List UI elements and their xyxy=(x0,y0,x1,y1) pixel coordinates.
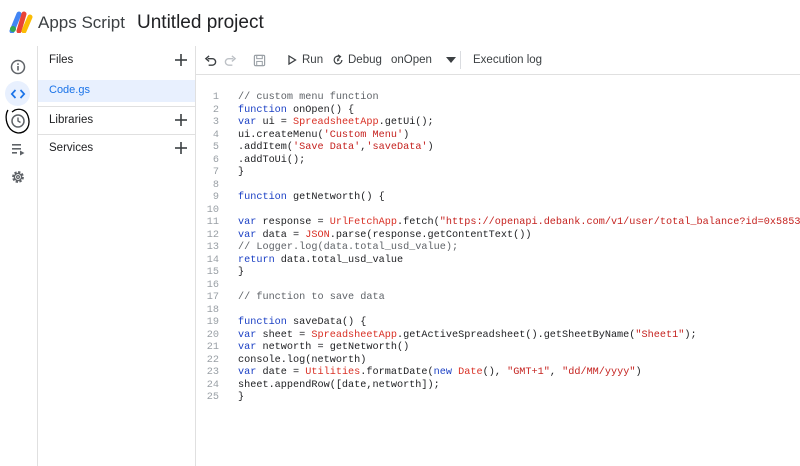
execution-log-label: Execution log xyxy=(473,54,543,66)
gear-icon xyxy=(11,170,24,183)
editor-toolbar: Run Debug onOpen Execution log xyxy=(196,46,800,75)
function-select[interactable]: onOpen xyxy=(391,46,456,74)
code-line: 11 var response = UrlFetchApp.fetch("http… xyxy=(206,217,800,228)
code-line: 1// custom menu function xyxy=(212,92,379,103)
overview-button[interactable] xyxy=(5,54,30,79)
alarm-clock-icon xyxy=(5,108,30,134)
project-title[interactable]: Untitled project xyxy=(137,12,264,34)
code-line: 6 .addToUi(); xyxy=(212,154,306,166)
services-header[interactable]: Services xyxy=(38,134,195,162)
app-name: Apps Script xyxy=(38,13,125,32)
code-line: 13// Logger.log(data.total_usd_value); xyxy=(206,242,459,253)
left-nav-rail xyxy=(0,46,38,466)
undo-button[interactable] xyxy=(204,46,217,74)
file-item-code-gs[interactable]: Code.gs xyxy=(38,80,195,102)
code-line: 25} xyxy=(206,392,245,403)
code-line: 22 console.log(networth) xyxy=(206,354,367,366)
code-line: 2 function onOpen() { xyxy=(212,104,355,116)
code-editor[interactable]: 1// custom menu function 2 function onOpe… xyxy=(196,75,800,466)
code-line: 14 return data.total_usd_value xyxy=(206,254,404,266)
add-library-icon[interactable] xyxy=(174,113,188,127)
chevron-down-icon xyxy=(445,57,456,63)
files-header: Files xyxy=(38,46,195,74)
toolbar-divider xyxy=(460,51,461,69)
debug-label: Debug xyxy=(348,54,382,66)
file-name: Code.gs xyxy=(49,84,90,96)
debug-button[interactable]: Debug xyxy=(332,46,382,74)
code-line: 19 function saveData() { xyxy=(206,317,367,328)
code-line: 7} xyxy=(212,167,245,178)
top-bar: Apps Script Untitled project xyxy=(0,0,800,46)
libraries-label: Libraries xyxy=(49,114,94,126)
settings-button[interactable] xyxy=(5,164,30,189)
save-button[interactable] xyxy=(253,46,266,74)
code-line: 21 var networth = getNetworth() xyxy=(206,342,410,353)
code-line: 16 xyxy=(206,279,219,291)
redo-icon xyxy=(224,54,237,66)
execution-log-button[interactable]: Execution log xyxy=(473,46,542,74)
list-play-icon xyxy=(11,143,24,155)
files-panel: Files Code.gs Libraries Services xyxy=(38,46,196,466)
code-line: 4 ui.createMenu('Custom Menu') xyxy=(212,129,410,141)
undo-icon xyxy=(204,54,217,66)
code-line: 9 function getNetworth() { xyxy=(212,192,385,203)
add-file-icon[interactable] xyxy=(174,53,188,67)
save-disk-icon xyxy=(253,54,266,66)
code-line: 23 var date = Utilities.formatDate(new Da… xyxy=(206,367,642,378)
code-line: 17// function to save data xyxy=(206,292,385,303)
redo-button[interactable] xyxy=(224,46,237,74)
executions-button[interactable] xyxy=(5,136,30,161)
play-icon xyxy=(288,55,297,65)
run-button[interactable]: Run xyxy=(287,46,323,74)
apps-script-logo-icon xyxy=(9,11,33,33)
run-label: Run xyxy=(302,54,324,66)
code-line: 15} xyxy=(206,267,245,278)
function-select-value: onOpen xyxy=(391,54,432,66)
code-line: 18 xyxy=(206,304,219,316)
libraries-header[interactable]: Libraries xyxy=(38,106,195,134)
code-line: 12 var data = JSON.parse(response.getCont… xyxy=(206,229,532,241)
code-line: 5 .addItem('Save Data','saveData') xyxy=(212,142,434,153)
editor-button[interactable] xyxy=(5,81,30,106)
code-line: 10 xyxy=(206,204,219,216)
info-icon xyxy=(10,59,25,74)
code-line: 8 xyxy=(212,179,219,191)
code-line: 24 sheet.appendRow([date,networth]); xyxy=(206,379,440,391)
files-label: Files xyxy=(49,54,74,66)
services-label: Services xyxy=(49,142,94,154)
triggers-button[interactable] xyxy=(5,108,30,134)
code-line: 3 var ui = SpreadsheetApp.getUi(); xyxy=(212,117,434,128)
code-brackets-icon xyxy=(10,88,25,99)
code-line: 20 var sheet = SpreadsheetApp.getActiveSp… xyxy=(206,329,697,341)
add-service-icon[interactable] xyxy=(174,141,188,155)
debug-icon xyxy=(333,54,343,65)
